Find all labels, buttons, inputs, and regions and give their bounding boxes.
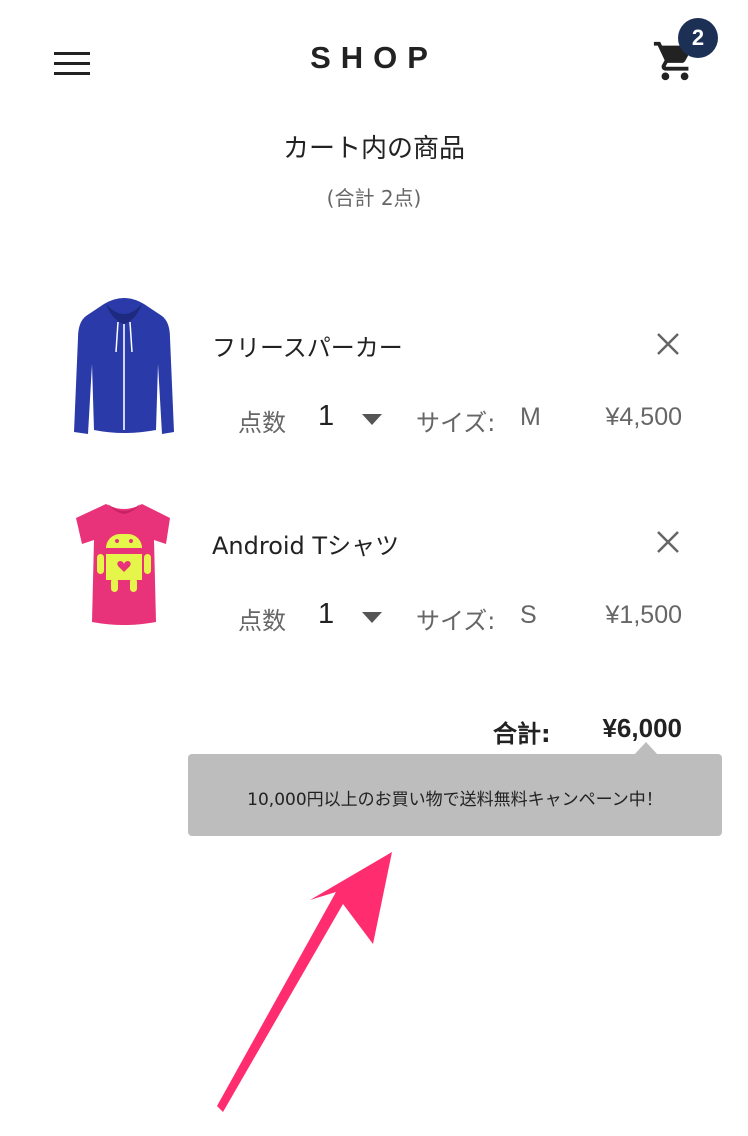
- close-icon[interactable]: [654, 330, 682, 358]
- chevron-down-icon: [362, 414, 382, 425]
- pink-android-tshirt-image[interactable]: [66, 492, 182, 634]
- size-value: S: [520, 601, 537, 629]
- item-name[interactable]: フリースパーカー: [212, 328, 403, 363]
- shop-logo[interactable]: SHOP: [0, 40, 748, 76]
- quantity-label: 点数: [238, 607, 286, 635]
- close-icon[interactable]: [654, 528, 682, 556]
- item-name[interactable]: Android Tシャツ: [212, 526, 399, 561]
- chevron-down-icon: [362, 612, 382, 623]
- cart-item: Android Tシャツ 点数 1 サイズ: S ¥1,500: [0, 488, 748, 638]
- size-label: サイズ:: [416, 409, 496, 437]
- size-label: サイズ:: [416, 607, 496, 635]
- total-value: ¥6,000: [602, 713, 682, 743]
- total-label: 合計:: [493, 720, 551, 748]
- app-header: SHOP 2: [0, 0, 748, 120]
- page-title: カート内の商品: [282, 134, 465, 164]
- item-count-subtitle: (合計 2点): [326, 186, 422, 210]
- size-value: M: [520, 403, 541, 431]
- free-shipping-tooltip: 10,000円以上のお買い物で送料無料キャンペーン中！: [188, 754, 722, 836]
- item-price: ¥4,500: [605, 403, 682, 431]
- quantity-select[interactable]: 1: [312, 594, 392, 634]
- blue-hoodie-image[interactable]: [66, 294, 182, 436]
- tooltip-text: 10,000円以上のお買い物で送料無料キャンペーン中！: [247, 790, 663, 810]
- quantity-label: 点数: [238, 409, 286, 437]
- quantity-select[interactable]: 1: [312, 396, 392, 436]
- item-price: ¥1,500: [605, 601, 682, 629]
- quantity-value: 1: [318, 400, 335, 432]
- cart-item: フリースパーカー 点数 1 サイズ: M ¥4,500: [0, 290, 748, 440]
- quantity-value: 1: [318, 598, 335, 630]
- cart-count-badge: 2: [678, 18, 718, 58]
